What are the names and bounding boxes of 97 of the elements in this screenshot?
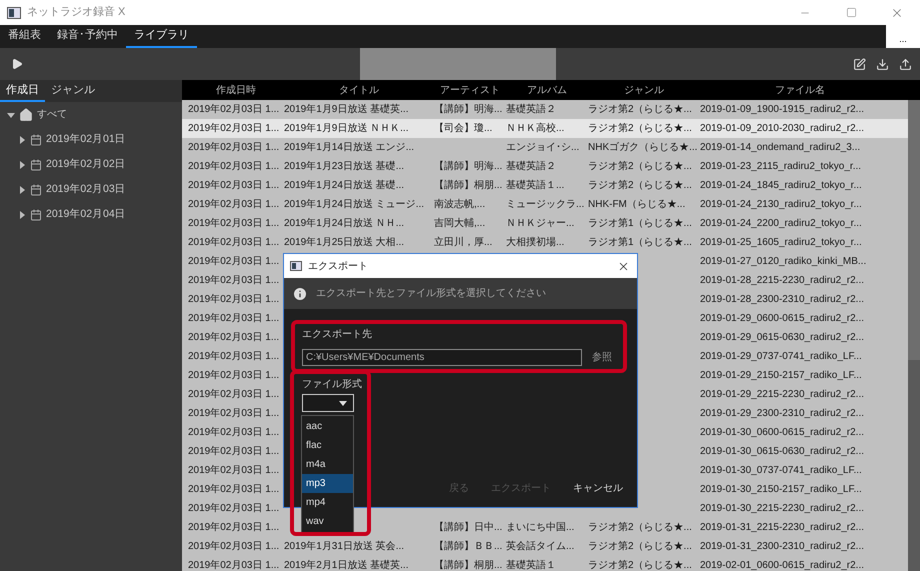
table-cell: 南波志帆,...	[434, 199, 486, 210]
table-cell: 2019-01-29_2215-2230_radiru2_r2...	[700, 389, 864, 400]
table-cell: 2019-01-14_ondemand_radiru2_3...	[700, 142, 860, 154]
table-cell: 2019年02月03日 1...	[188, 427, 280, 438]
table-cell: 【講師】桐朋...	[434, 180, 502, 192]
table-cell: 2019年1月24日放送 ミュージ...	[284, 199, 424, 210]
table-cell: 2019年02月03日 1...	[188, 560, 280, 571]
table-cell: 2019年1月24日放送 基礎...	[284, 180, 404, 192]
table-cell: 2019年02月03日 1...	[188, 332, 280, 344]
table-cell: 2019-01-29_0615-0630_radiru2_r2...	[700, 332, 864, 344]
table-cell: 2019年02月03日 1...	[188, 275, 280, 286]
table-cell: ラジオ第2（らじる★...	[588, 161, 692, 172]
table-cell: 【講師】明海...	[434, 104, 502, 116]
table-cell: 2019年1月25日放送 大相...	[284, 237, 404, 248]
table-cell: 2019年02月03日 1...	[188, 446, 280, 458]
table-cell: 2019年02月03日 1...	[188, 503, 280, 514]
table-cell: 2019年02月03日 1...	[188, 237, 280, 248]
table-cell: まいにち中国...	[506, 522, 574, 534]
table-cell: 2019年02月03日 1...	[188, 484, 280, 496]
table-cell: 2019年1月14日放送 エンジ...	[284, 142, 414, 154]
table-cell: 2019-01-25_1605_radiru2_tokyo_r...	[700, 237, 862, 248]
table-cell: ラジオ第2（らじる★...	[588, 180, 692, 192]
table-cell: エンジョイ･シ...	[506, 142, 580, 154]
table-cell: 2019年02月03日 1...	[188, 199, 280, 210]
table-cell: 基礎英語２	[506, 161, 556, 172]
table-cell: 2019年02月03日 1...	[188, 256, 280, 268]
table-cell: 【講師】日中...	[434, 522, 502, 534]
table-cell: 2019-01-29_0600-0615_radiru2_r2...	[700, 313, 864, 324]
table-cell: 【講師】桐朋...	[434, 560, 502, 571]
table-cell: 【司会】瓊...	[434, 123, 492, 134]
dialog-title: エクスポート	[308, 260, 368, 274]
table-cell: 2019-01-31_2300-2310_radiru2_r2...	[700, 541, 864, 552]
table-cell: 2019-02-01_0600-0615_radiru2_r2...	[700, 560, 864, 571]
table-cell: ラジオ第1（らじる★...	[588, 237, 692, 248]
table-cell: 【講師】ＢＢ...	[434, 541, 502, 552]
table-cell: 2019-01-09_1900-1915_radiru2_r2...	[700, 104, 864, 116]
table-cell: 2019年02月03日 1...	[188, 541, 280, 552]
table-cell: 2019-01-30_0600-0615_radiru2_r2...	[700, 427, 864, 438]
table-cell: 2019-01-30_0737-0741_radiko_LF...	[700, 465, 862, 476]
table-cell: 2019年02月03日 1...	[188, 389, 280, 400]
table-cell: 基礎英語２	[506, 104, 556, 116]
table-cell: 2019-01-30_0615-0630_radiru2_r2...	[700, 446, 864, 458]
table-cell: 2019年1月9日放送 ＮＨＫ...	[284, 123, 408, 134]
window-title: ネットラジオ録音 X	[27, 4, 126, 20]
table-cell: 基礎英語１...	[506, 180, 564, 192]
table-cell: 2019年02月03日 1...	[188, 351, 280, 362]
table-cell: 2019-01-27_0120_radiko_kinki_MB...	[700, 256, 866, 268]
table-cell: NHK-FM（らじる★...	[588, 199, 686, 210]
table-cell: 2019-01-23_2115_radiru2_tokyo_r...	[700, 161, 862, 172]
table-cell: 2019年02月03日 1...	[188, 313, 280, 324]
table-cell: 2019年02月03日 1...	[188, 370, 280, 382]
table-cell: 2019年1月24日放送 ＮＨ...	[284, 218, 404, 230]
table-cell: 2019年1月31日放送 英会...	[284, 541, 404, 552]
table-cell: 2019年02月03日 1...	[188, 104, 280, 116]
table-cell: 2019-01-30_2215-2230_radiru2_r2...	[700, 503, 864, 514]
info-message: エクスポート先とファイル形式を選択してください	[316, 286, 546, 301]
table-cell: 2019-01-29_0737-0741_radiko_LF...	[700, 351, 862, 362]
table-cell: 2019年02月03日 1...	[188, 180, 280, 192]
table-cell: 2019-01-24_2200_radiru2_tokyo_r...	[700, 218, 862, 230]
table-cell: 基礎英語１	[506, 560, 556, 571]
table-cell: 2019年02月03日 1...	[188, 142, 280, 154]
table-cell: 2019年1月9日放送 基礎英...	[284, 104, 408, 116]
table-cell: 2019年02月03日 1...	[188, 294, 280, 306]
table-cell: 2019年02月03日 1...	[188, 218, 280, 230]
table-cell: 2019年02月03日 1...	[188, 123, 280, 134]
table-cell: NHKゴガク（らじる★...	[588, 142, 698, 154]
table-cell: 2019-01-24_1845_radiru2_tokyo_r...	[700, 180, 862, 192]
table-cell: 2019-01-31_2215-2230_radiru2_r2...	[700, 522, 864, 534]
table-cell: 2019-01-28_2300-2310_radiru2_r2...	[700, 294, 864, 306]
table-cell: ラジオ第2（らじる★...	[588, 541, 692, 552]
table-cell: ラジオ第2（らじる★...	[588, 123, 692, 134]
table-cell: 2019-01-29_2300-2310_radiru2_r2...	[700, 408, 864, 420]
table-cell: 2019年1月23日放送 基礎...	[284, 161, 404, 172]
table-cell: 2019-01-29_2150-2157_radiko_LF...	[700, 370, 862, 382]
format-label: ファイル形式	[302, 378, 363, 392]
table-cell: ミュージックラ...	[506, 199, 584, 210]
table-cell: 大相撲初場...	[506, 237, 564, 248]
table-cell: ＮＨＫジャー...	[506, 218, 574, 230]
table-cell: 2019年02月03日 1...	[188, 161, 280, 172]
table-cell: 2019-01-28_2215-2230_radiru2_r2...	[700, 275, 864, 286]
table-cell: ラジオ第2（らじる★...	[588, 560, 692, 571]
table-cell: 2019-01-24_2130_radiru2_tokyo_r...	[700, 199, 862, 210]
table-cell: 立田川，厚...	[434, 237, 492, 248]
table-cell: 2019-01-30_2150-2157_radiko_LF...	[700, 484, 862, 496]
destination-label: エクスポート先	[302, 328, 373, 342]
table-cell: 2019年02月03日 1...	[188, 522, 280, 534]
table-cell: 2019-01-09_2010-2030_radiru2_r2...	[700, 123, 864, 134]
table-cell: 2019年02月03日 1...	[188, 465, 280, 476]
table-cell: 【講師】明海...	[434, 161, 502, 172]
table-cell: 2019年2月1日放送 基礎英...	[284, 560, 408, 571]
table-cell: ラジオ第1（らじる★...	[588, 218, 692, 230]
table-cell: 英会話タイム...	[506, 541, 574, 552]
table-cell: 吉岡大輔,...	[434, 218, 486, 230]
table-cell: ＮＨＫ高校...	[506, 123, 564, 134]
table-cell: ラジオ第2（らじる★...	[588, 104, 692, 116]
table-cell: ラジオ第2（らじる★...	[588, 522, 692, 534]
table-cell: 2019年02月03日 1...	[188, 408, 280, 420]
